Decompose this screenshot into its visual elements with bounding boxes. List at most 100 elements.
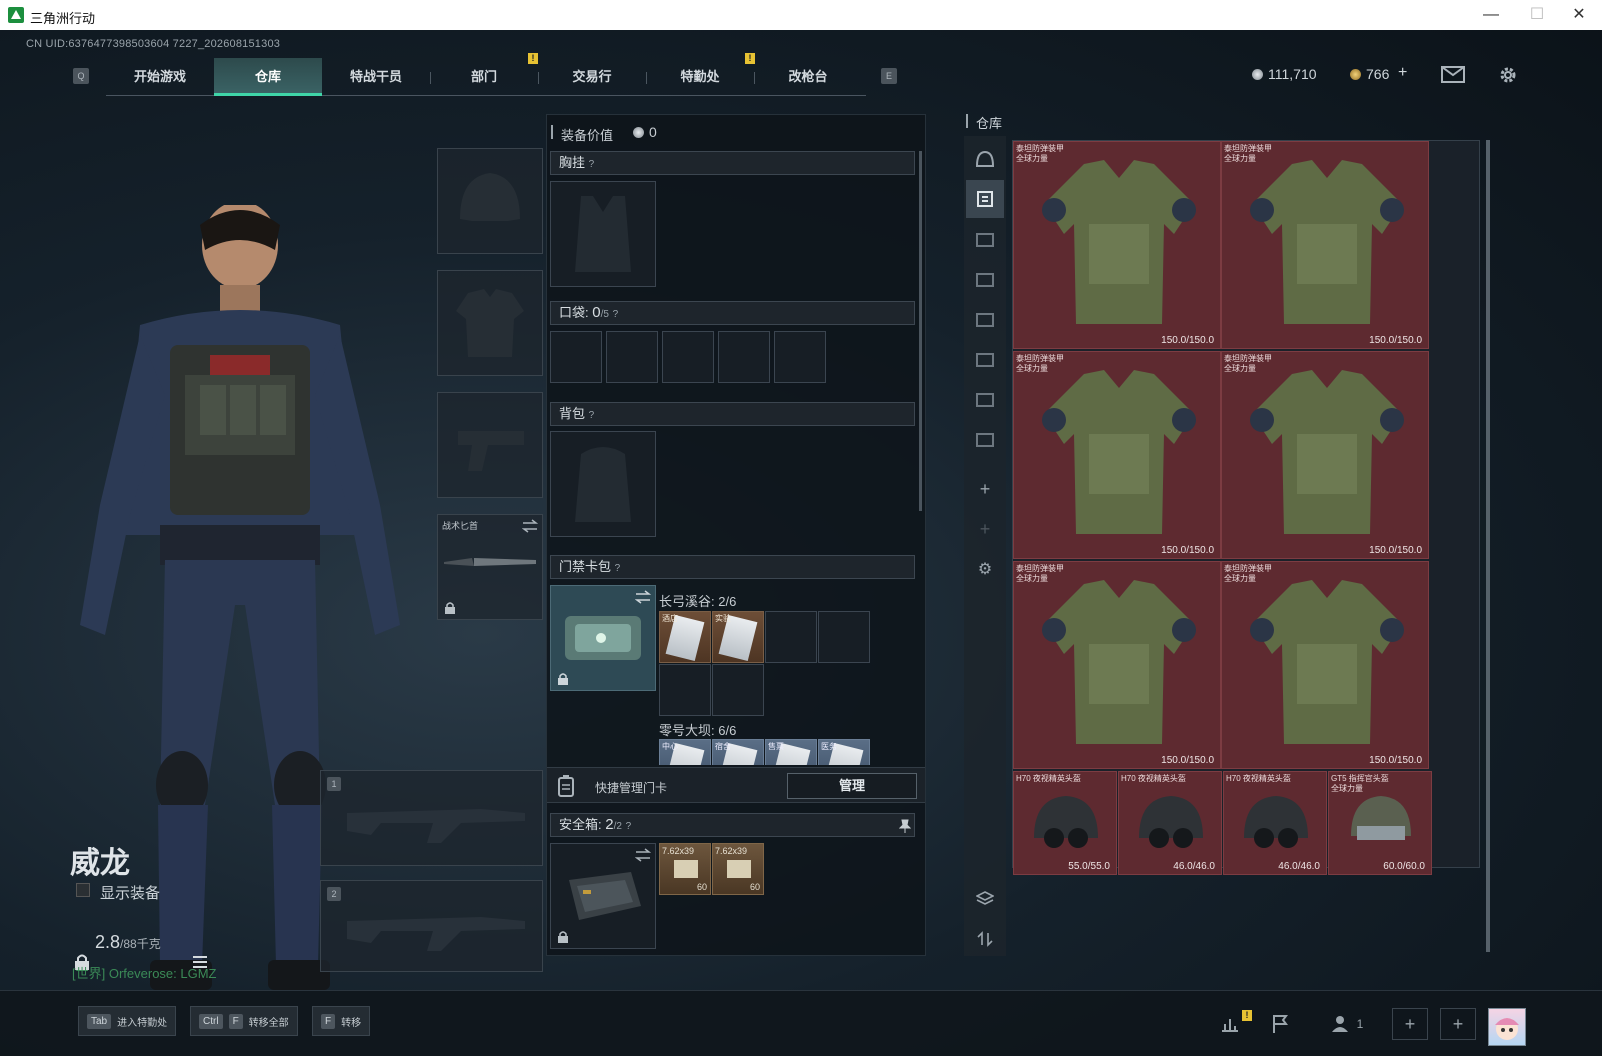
- flag-button[interactable]: [1262, 1008, 1298, 1040]
- warehouse-item[interactable]: H70 夜视精英头盔 55.0/55.0: [1013, 771, 1117, 875]
- avatar[interactable]: [1488, 1008, 1526, 1046]
- melee-label: 战术匕首: [442, 521, 479, 531]
- transfer-all-shortcut[interactable]: Ctrl F 转移全部: [190, 1006, 298, 1036]
- warehouse-item[interactable]: 泰坦防弹装甲 全球力量 150.0/150.0: [1221, 351, 1429, 559]
- pocket-slot[interactable]: [662, 331, 714, 383]
- sidebar-armor-filter[interactable]: [966, 180, 1004, 218]
- gold-coin-icon: [1350, 69, 1361, 80]
- minimize-button[interactable]: —: [1468, 0, 1514, 30]
- sidebar-category[interactable]: [966, 340, 1004, 378]
- gear-icon[interactable]: [1497, 64, 1519, 86]
- item-durability: 150.0/150.0: [1369, 545, 1422, 556]
- tab-gunsmith[interactable]: 改枪台: [754, 58, 862, 96]
- sidebar-helmet-filter[interactable]: [966, 140, 1004, 178]
- tab-start-game[interactable]: 开始游戏: [106, 58, 214, 96]
- pocket-slot[interactable]: [718, 331, 770, 383]
- keycard-empty-slot[interactable]: [712, 664, 764, 716]
- layers-button[interactable]: [966, 880, 1004, 918]
- safe-box-slot[interactable]: [550, 843, 656, 949]
- sort-button[interactable]: [966, 920, 1004, 958]
- swap-icon[interactable]: [635, 590, 651, 604]
- warehouse-settings-button[interactable]: ⚙: [966, 550, 1004, 588]
- ammo-item[interactable]: 7.62x39 60: [659, 843, 711, 895]
- chat-line[interactable]: [世界] Orfeverose: LGMZ: [72, 963, 217, 982]
- tab-department[interactable]: 部门: [430, 58, 538, 96]
- sidebar-category[interactable]: [966, 220, 1004, 258]
- keycard-item[interactable]: 医务: [818, 739, 870, 765]
- backpack-slot[interactable]: [550, 431, 656, 537]
- invite-slot-button[interactable]: +: [1392, 1008, 1428, 1040]
- show-equipment-checkbox[interactable]: [76, 883, 90, 897]
- chest-rig-header: 胸挂 ?: [550, 151, 915, 175]
- melee-slot[interactable]: 战术匕首: [437, 514, 543, 620]
- nav-right-key[interactable]: E: [881, 68, 897, 84]
- sidebar-category[interactable]: [966, 380, 1004, 418]
- nav-left-key[interactable]: Q: [73, 68, 89, 84]
- keycard-label: 实验: [715, 614, 731, 623]
- tab-special-ops[interactable]: 特勤处: [646, 58, 754, 96]
- keycard-item[interactable]: 宿舍: [712, 739, 764, 765]
- friends-button[interactable]: 1: [1320, 1008, 1374, 1040]
- pin-icon[interactable]: [899, 819, 911, 833]
- armor-slot[interactable]: [437, 270, 543, 376]
- add-tab-button[interactable]: +: [966, 470, 1004, 508]
- scrollbar[interactable]: [919, 151, 922, 511]
- pistol-slot[interactable]: [437, 392, 543, 498]
- help-icon[interactable]: ?: [615, 563, 621, 574]
- tab-trade[interactable]: 交易行: [538, 58, 646, 96]
- help-icon[interactable]: ?: [589, 410, 595, 421]
- helmet-slot[interactable]: [437, 148, 543, 254]
- warehouse-item[interactable]: H70 夜视精英头盔 46.0/46.0: [1223, 771, 1327, 875]
- keycard-item[interactable]: 售票: [765, 739, 817, 765]
- keycard-case-slot[interactable]: [550, 585, 656, 691]
- stats-button[interactable]: [1212, 1008, 1248, 1040]
- warehouse-item[interactable]: GT5 指挥官头盔 全球力量 60.0/60.0: [1328, 771, 1432, 875]
- warehouse-item[interactable]: 泰坦防弹装甲 全球力量 150.0/150.0: [1221, 141, 1429, 349]
- transfer-shortcut[interactable]: F 转移: [312, 1006, 371, 1036]
- swap-icon[interactable]: [522, 519, 538, 533]
- ammo-item[interactable]: 7.62x39 60: [712, 843, 764, 895]
- keycard-empty-slot[interactable]: [818, 611, 870, 663]
- enter-special-ops-shortcut[interactable]: Tab 进入特勤处: [78, 1006, 177, 1036]
- safe-max: /2: [613, 821, 622, 832]
- warehouse-item[interactable]: H70 夜视精英头盔 46.0/46.0: [1118, 771, 1222, 875]
- keycard-item[interactable]: 中心: [659, 739, 711, 765]
- keycard-empty-slot[interactable]: [659, 664, 711, 716]
- maximize-button[interactable]: ☐: [1514, 0, 1560, 30]
- warehouse-item[interactable]: 泰坦防弹装甲 全球力量 150.0/150.0: [1221, 561, 1429, 769]
- sidebar-category[interactable]: [966, 300, 1004, 338]
- help-icon[interactable]: ?: [626, 821, 632, 832]
- warehouse-item[interactable]: 泰坦防弹装甲 全球力量 150.0/150.0: [1013, 141, 1221, 349]
- tab-warehouse[interactable]: 仓库: [214, 58, 322, 96]
- invite-slot-button[interactable]: +: [1440, 1008, 1476, 1040]
- sidebar-category[interactable]: [966, 420, 1004, 458]
- mail-icon[interactable]: [1441, 66, 1465, 83]
- warehouse-item[interactable]: 泰坦防弹装甲 全球力量 150.0/150.0: [1013, 351, 1221, 559]
- warehouse-item[interactable]: 泰坦防弹装甲 全球力量 150.0/150.0: [1013, 561, 1221, 769]
- tab-operators[interactable]: 特战干员: [322, 58, 430, 96]
- quick-manage-label: 快捷管理门卡: [595, 781, 668, 795]
- help-icon[interactable]: ?: [613, 309, 619, 320]
- item-durability: 55.0/55.0: [1068, 861, 1110, 872]
- manage-button[interactable]: 管理: [787, 773, 917, 799]
- keycard-item[interactable]: 酒店: [659, 611, 711, 663]
- pocket-slot[interactable]: [606, 331, 658, 383]
- commander-helmet-icon: [1351, 796, 1411, 840]
- close-button[interactable]: ✕: [1556, 0, 1602, 30]
- sidebar-category[interactable]: [966, 260, 1004, 298]
- keycard-item[interactable]: 实验: [712, 611, 764, 663]
- swap-icon[interactable]: [635, 848, 651, 862]
- chat-channel: [世界]: [72, 966, 106, 981]
- lock-icon: [558, 931, 568, 943]
- warehouse-scrollbar[interactable]: [1486, 140, 1490, 952]
- pocket-slot[interactable]: [550, 331, 602, 383]
- slot-index: 1: [327, 777, 341, 791]
- pocket-slot[interactable]: [774, 331, 826, 383]
- add-currency-button[interactable]: +: [1398, 64, 1407, 82]
- shortcut-label: 转移: [341, 1017, 362, 1029]
- keycard-empty-slot[interactable]: [765, 611, 817, 663]
- primary-weapon-slot-1[interactable]: 1: [320, 770, 543, 866]
- primary-weapon-slot-2[interactable]: 2: [320, 880, 543, 972]
- help-icon[interactable]: ?: [589, 159, 595, 170]
- chest-rig-slot[interactable]: [550, 181, 656, 287]
